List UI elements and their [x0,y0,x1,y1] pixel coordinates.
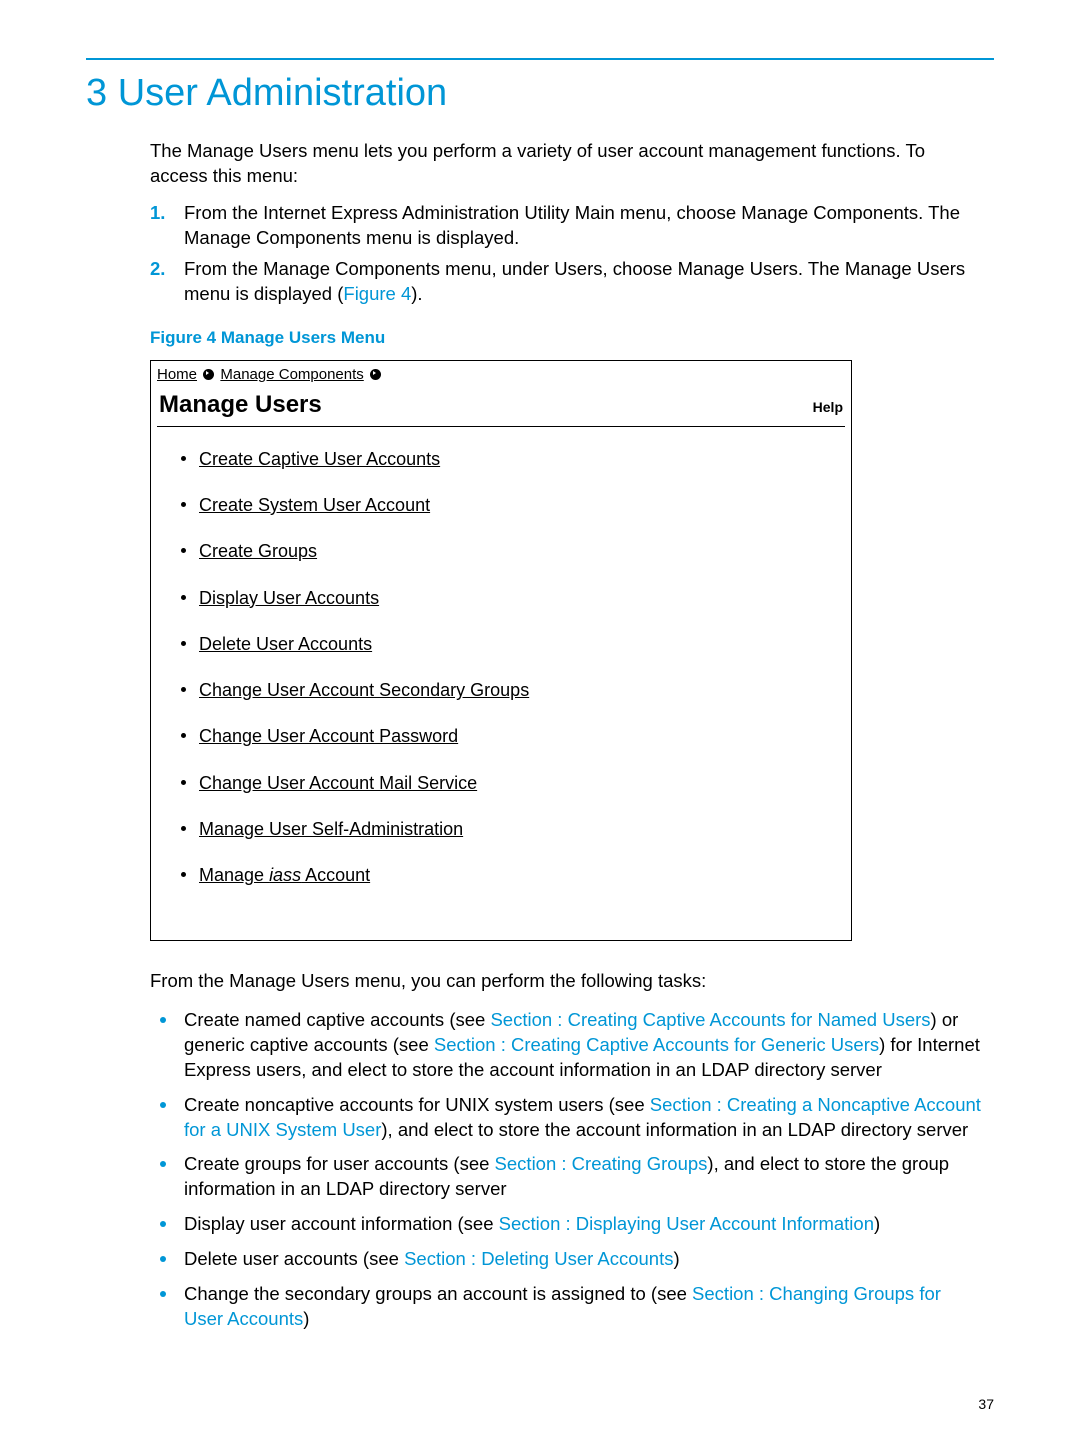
figure-screenshot: Home Manage Components Manage Users Help… [150,360,852,941]
section-reference-link[interactable]: Section : Creating Captive Accounts for … [490,1009,930,1030]
task-item: Display user account information (see Se… [150,1212,984,1237]
breadcrumb-home-link[interactable]: Home [157,366,197,383]
task-text: Create named captive accounts (see Secti… [184,1008,984,1083]
step-text-suffix: ). [411,283,422,304]
task-text: Create groups for user accounts (see Sec… [184,1152,984,1202]
menu-item[interactable]: Change User Account Password [199,724,851,748]
section-reference-link[interactable]: Section : Deleting User Accounts [404,1248,673,1269]
tasks-intro: From the Manage Users menu, you can perf… [150,969,984,994]
menu-item-link[interactable]: Create Groups [199,541,317,561]
menu-item[interactable]: Create Groups [199,539,851,563]
menu-item-link[interactable]: Manage iass Account [199,865,370,885]
section-reference-link[interactable]: Section : Creating Groups [495,1153,708,1174]
chapter-heading-text: User Administration [118,72,447,114]
task-text-segment: Display user account information (see [184,1213,499,1234]
breadcrumb-separator-icon [370,369,381,380]
section-reference-link[interactable]: Section : Creating Captive Accounts for … [434,1034,879,1055]
menu-item[interactable]: Create System User Account [199,493,851,517]
menu-item-link[interactable]: Create System User Account [199,495,430,515]
intro-paragraph: The Manage Users menu lets you perform a… [150,139,984,189]
menu-item[interactable]: Manage User Self-Administration [199,817,851,841]
menu-item-link[interactable]: Change User Account Mail Service [199,773,477,793]
figure-page-title: Manage Users [159,389,322,421]
bullet-icon [150,1247,184,1272]
manage-users-menu-list: Create Captive User Accounts Create Syst… [151,447,851,940]
breadcrumb-separator-icon [203,369,214,380]
task-text-segment: Delete user accounts (see [184,1248,404,1269]
task-text: Change the secondary groups an account i… [184,1282,984,1332]
step-item: 1. From the Internet Express Administrat… [150,201,984,251]
step-number: 1. [150,201,184,251]
menu-item[interactable]: Delete User Accounts [199,632,851,656]
menu-item-link[interactable]: Display User Accounts [199,588,379,608]
menu-item[interactable]: Display User Accounts [199,586,851,610]
step-text: From the Internet Express Administration… [184,201,984,251]
page-number: 37 [978,1395,994,1414]
iass-suffix: Account [301,865,370,885]
task-text-segment: Create named captive accounts (see [184,1009,490,1030]
bullet-icon [150,1212,184,1237]
menu-item[interactable]: Change User Account Secondary Groups [199,678,851,702]
tasks-list: Create named captive accounts (see Secti… [150,1008,984,1333]
task-text: Create noncaptive accounts for UNIX syst… [184,1093,984,1143]
menu-item-link[interactable]: Change User Account Secondary Groups [199,680,529,700]
menu-item-link[interactable]: Manage User Self-Administration [199,819,463,839]
task-text-segment: ) [673,1248,679,1269]
help-link[interactable]: Help [813,398,843,417]
bullet-icon [150,1008,184,1083]
task-text-segment: Create groups for user accounts (see [184,1153,495,1174]
section-reference-link[interactable]: Section : Displaying User Account Inform… [499,1213,874,1234]
step-text: From the Manage Components menu, under U… [184,257,984,307]
menu-item[interactable]: Change User Account Mail Service [199,771,851,795]
figure-divider [157,426,845,427]
breadcrumb: Home Manage Components [151,361,851,387]
chapter-title: 3 User Administration [86,68,994,119]
bullet-icon [150,1093,184,1143]
step-text-prefix: From the Manage Components menu, under U… [184,258,965,304]
bullet-icon [150,1282,184,1332]
task-item: Delete user accounts (see Section : Dele… [150,1247,984,1272]
task-item: Create named captive accounts (see Secti… [150,1008,984,1083]
task-text-segment: Change the secondary groups an account i… [184,1283,692,1304]
figure-reference-link[interactable]: Figure 4 [343,283,411,304]
menu-item[interactable]: Create Captive User Accounts [199,447,851,471]
iass-em: iass [269,865,301,885]
task-item: Change the secondary groups an account i… [150,1282,984,1332]
iass-prefix: Manage [199,865,269,885]
figure-caption: Figure 4 Manage Users Menu [150,327,984,350]
task-text-segment: ) [303,1308,309,1329]
task-text-segment: Create noncaptive accounts for UNIX syst… [184,1094,650,1115]
task-item: Create noncaptive accounts for UNIX syst… [150,1093,984,1143]
bullet-icon [150,1152,184,1202]
step-item: 2. From the Manage Components menu, unde… [150,257,984,307]
menu-item-link[interactable]: Change User Account Password [199,726,458,746]
menu-item-link[interactable]: Create Captive User Accounts [199,449,440,469]
task-text: Delete user accounts (see Section : Dele… [184,1247,984,1272]
task-text-segment: ) [874,1213,880,1234]
task-text-segment: ), and elect to store the account inform… [381,1119,968,1140]
step-number: 2. [150,257,184,307]
steps-list: 1. From the Internet Express Administrat… [150,201,984,307]
chapter-number: 3 [86,72,107,114]
menu-item-link[interactable]: Delete User Accounts [199,634,372,654]
task-text: Display user account information (see Se… [184,1212,984,1237]
top-divider [86,58,994,60]
menu-item[interactable]: Manage iass Account [199,863,851,887]
task-item: Create groups for user accounts (see Sec… [150,1152,984,1202]
breadcrumb-components-link[interactable]: Manage Components [220,366,363,383]
